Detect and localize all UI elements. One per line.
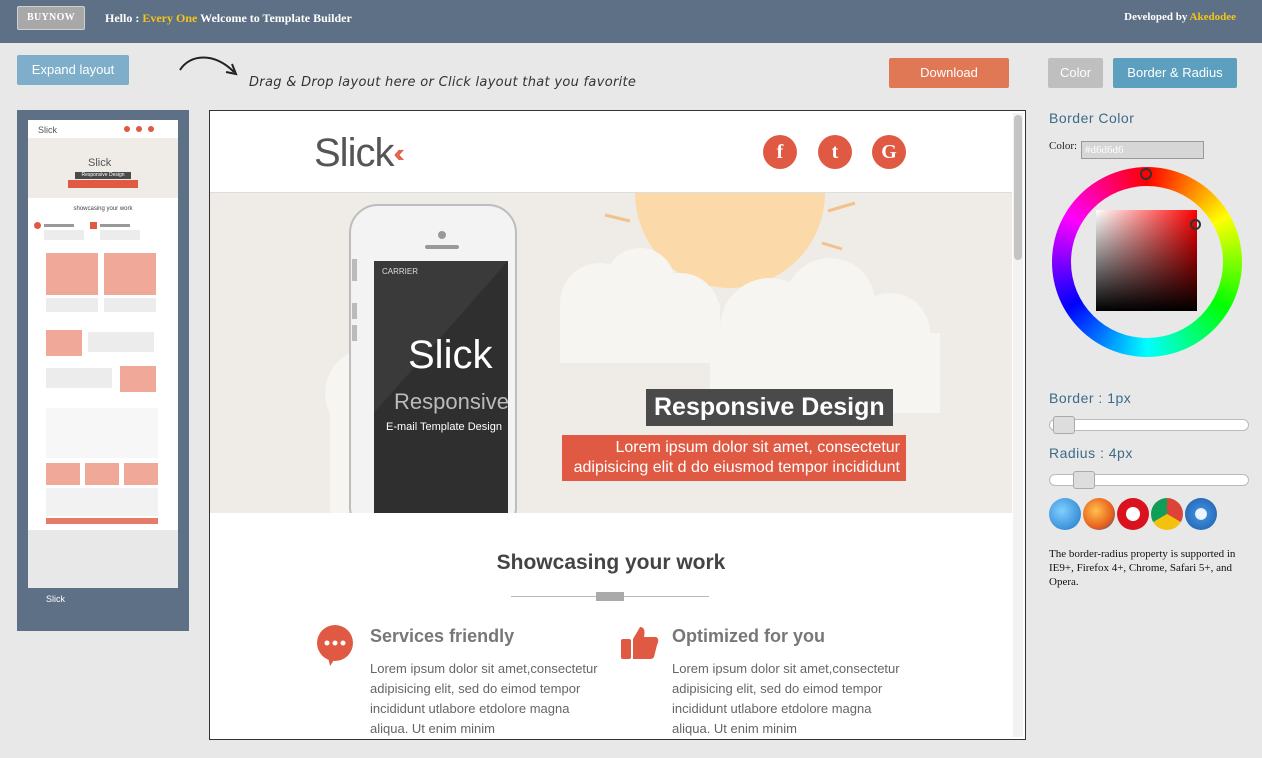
thumb-image-block [124,463,158,485]
radius-slider-handle[interactable] [1073,471,1095,489]
thumb-text-line [44,224,74,227]
slick-logo-text: Slick [314,131,394,175]
thumb-footer [28,588,178,620]
hero-headline: Responsive Design [646,389,893,426]
greeting-name: Every One [142,11,198,25]
curved-arrow-icon [179,56,238,76]
thumb-thumb-icon [90,222,97,229]
google-icon[interactable]: G [872,135,906,169]
saturation-marker[interactable] [1190,219,1201,230]
radius-label: Radius : 4px [1049,445,1133,461]
color-input[interactable]: #d6d6d6 [1081,141,1204,159]
border-width-label: Border : 1px [1049,390,1132,406]
thumb-facebook-icon [124,126,130,132]
border-width-slider[interactable] [1049,416,1249,434]
phone-title: Slick [408,333,493,377]
thumb-title: Responsive Design [75,172,131,179]
thumb-twitter-icon [136,126,142,132]
layout-thumbnail[interactable]: Slick Slick Responsive Design showcasing… [28,120,178,620]
safari-icon [1185,498,1217,530]
border-width-slider-handle[interactable] [1053,416,1075,434]
thumb-image-block [120,366,156,392]
firefox-icon [1083,498,1115,530]
greeting: Hello : Every One Welcome to Template Bu… [105,11,352,26]
developer-credit: Developed by Akedodee [1124,11,1236,23]
feature-title: Optimized for you [672,626,825,646]
layout-thumbnail-panel: Slick Slick Responsive Design showcasing… [17,110,189,631]
thumb-text-block [88,332,154,352]
border-color-heading: Border Color [1049,110,1135,126]
expand-layout-button[interactable]: Expand layout [17,55,129,85]
border-radius-support-note: The border-radius property is supported … [1049,548,1236,588]
hue-marker[interactable] [1140,168,1152,180]
twitter-icon[interactable]: t [818,135,852,169]
thumb-logo: Slick [38,125,58,135]
ie-icon [1049,498,1081,530]
phone-subtitle: Responsive [394,389,509,414]
feature-title: Services friendly [370,626,515,646]
thumb-text-block [100,230,140,240]
chrome-icon [1151,498,1183,530]
tab-color[interactable]: Color [1048,58,1103,88]
developer-link[interactable]: Akedodee [1190,11,1236,23]
thumb-text-block [46,298,98,312]
hero-subline: Lorem ipsum dolor sit amet, consectetur … [562,435,906,481]
thumb-text-block [46,488,158,516]
thumb-text-line [100,224,130,227]
template-canvas[interactable]: Slick‹‹ f t G CARRIER Slick Responsive E… [209,110,1026,740]
canvas-scrollbar-thumb[interactable] [1014,115,1022,260]
facebook-icon[interactable]: f [763,135,797,169]
canvas-scrollbar[interactable] [1013,113,1023,737]
feature-text: Lorem ipsum dolor sit amet,consectetur a… [672,661,900,736]
thumb-subline [68,180,138,188]
thumb-image-block [46,330,82,356]
feature-text: Lorem ipsum dolor sit amet,consectetur a… [370,661,598,736]
drag-drop-hint: Drag & Drop layout here or Click layout … [249,75,637,90]
slick-logo: Slick‹‹ [314,131,405,176]
thumb-buttons-row [46,518,158,524]
radius-slider[interactable] [1049,471,1249,489]
download-button[interactable]: Download [889,58,1009,88]
thumb-footer-logo: Slick [46,594,66,604]
thumb-image-block [85,463,119,485]
color-field-label: Color: [1049,140,1078,152]
thumb-image-block [46,463,80,485]
thumb-hero-logo: Slick [88,157,112,169]
thumb-section-title: showcasing your work [73,206,133,212]
chat-bubble-icon [317,625,353,666]
thumb-text-block [44,230,84,240]
thumb-text-block [104,298,156,312]
thumb-icon-list [46,408,158,458]
opera-icon [1117,498,1149,530]
thumb-text-block [46,368,112,388]
saturation-value-picker[interactable] [1096,210,1197,311]
section-title: Showcasing your work [496,551,726,574]
logo-chevrons-icon: ‹‹ [393,138,405,168]
phone-carrier: CARRIER [382,267,419,276]
thumb-image-block [46,253,98,295]
top-bar: BUYNOW Hello : Every One Welcome to Temp… [0,0,1262,43]
thumb-testimonials [28,530,178,588]
thumb-image-block [104,253,156,295]
thumb-chat-icon [34,222,41,229]
buy-now-button[interactable]: BUYNOW [17,6,85,30]
greeting-prefix: Hello : [105,11,140,25]
phone-caption: E-mail Template Design [386,421,502,433]
thumbs-up-icon [621,627,659,659]
hero-banner: CARRIER Slick Responsive E-mail Template… [210,193,1012,513]
developer-prefix: Developed by [1124,11,1188,23]
tab-border-radius[interactable]: Border & Radius [1113,58,1237,88]
section-divider-mark [596,592,624,601]
thumb-google-icon [148,126,154,132]
greeting-suffix: Welcome to Template Builder [200,11,352,25]
email-header: Slick‹‹ f t G [210,111,1012,193]
